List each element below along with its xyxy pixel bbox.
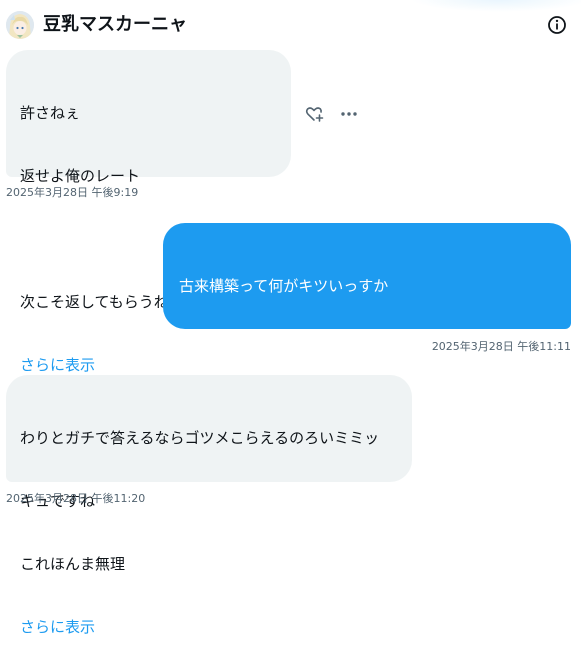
- contact-name[interactable]: 豆乳マスカーニャ: [43, 13, 187, 37]
- message-text-line: 返せよ俺のレート: [20, 167, 141, 185]
- info-circle-icon[interactable]: [546, 14, 568, 36]
- message-text-line: これほんま無理: [20, 555, 126, 573]
- message-timestamp: 2025年3月28日 午後9:19: [6, 186, 139, 199]
- more-horizontal-icon[interactable]: [339, 104, 359, 124]
- incoming-message-bubble[interactable]: わりとガチで答えるならゴツメこらえるのろいミミッ キュですね これほんま無理 さ…: [6, 375, 412, 636]
- message-text-line: 古来構築って何がキツいっすか: [179, 277, 389, 295]
- message-timestamp: 2025年3月28日 午後11:20: [6, 492, 146, 505]
- show-more-link[interactable]: さらに表示: [20, 617, 398, 638]
- conversation-header: 豆乳マスカーニャ: [0, 0, 581, 50]
- message-timestamp: 2025年3月28日 午後11:11: [431, 340, 571, 353]
- incoming-message-bubble[interactable]: 許さねぇ 返せよ俺のレート 次こそ返してもらうね、俺のレート！ さらに表示: [6, 50, 291, 374]
- add-reaction-heart-icon[interactable]: [304, 104, 324, 124]
- outgoing-message-bubble[interactable]: 古来構築って何がキツいっすか 妖テラパワダチでテロで解決しようとしたらテロ全部失…: [163, 223, 571, 421]
- message-text-line: 許さねぇ: [20, 104, 81, 122]
- message-text-line: わりとガチで答えるならゴツメこらえるのろいミミッ: [20, 429, 380, 447]
- avatar[interactable]: [6, 11, 34, 39]
